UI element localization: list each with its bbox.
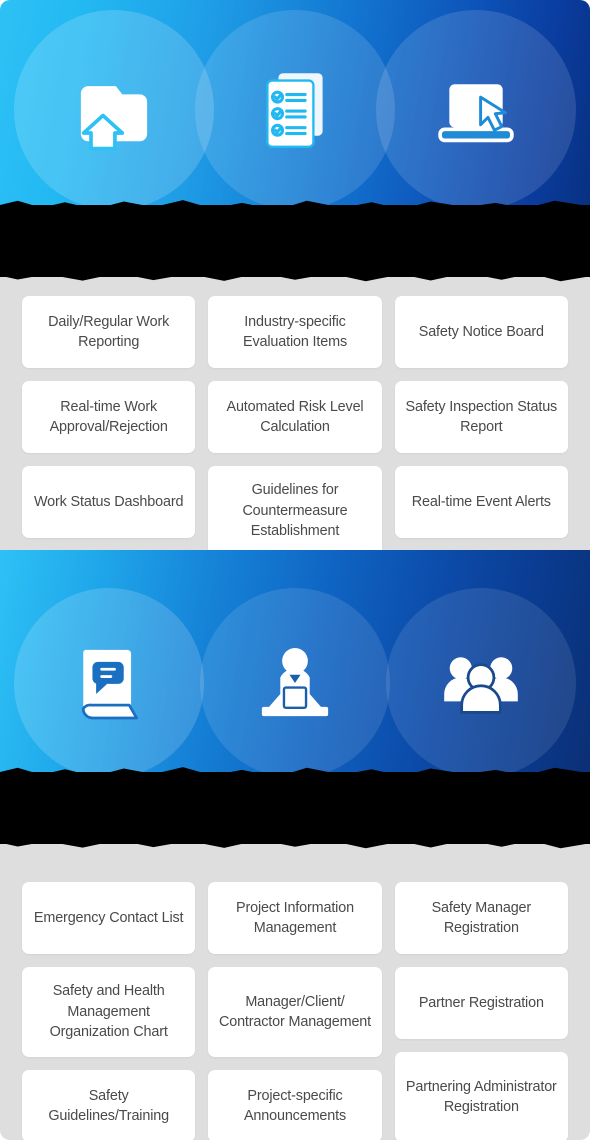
hero-circle-3 [376,10,576,210]
feature-column-3: Safety Manager Registration Partner Regi… [394,882,568,1140]
person-at-desk-icon [249,637,341,729]
feature-card[interactable]: Safety Manager Registration [394,882,568,954]
hero-circle-2 [200,588,390,778]
feature-card[interactable]: Partner Registration [394,967,568,1039]
hero-banner-organization-management [0,550,590,782]
top-heading-redaction [0,205,590,277]
hero-circle-1 [14,10,214,210]
feature-card[interactable]: Automated Risk Level Calculation [208,381,382,453]
feature-card[interactable]: Project-specific Announcements [208,1070,382,1140]
feature-card[interactable]: Real-time Event Alerts [394,466,568,538]
hero-circle-3 [386,588,576,778]
feature-card[interactable]: Real-time Work Approval/Rejection [22,381,196,453]
feature-grid-organization-management: Emergency Contact List Safety and Health… [0,882,590,1140]
feature-card[interactable]: Daily/Regular Work Reporting [22,296,196,368]
feature-card[interactable]: Safety Guidelines/Training [22,1070,196,1140]
hero-circle-2 [195,10,395,210]
user-group-icon [435,637,527,729]
feature-grid-work-management: Daily/Regular Work Reporting Real-time W… [0,296,590,556]
feature-column-3: Safety Notice Board Safety Inspection St… [394,296,568,538]
feature-card[interactable]: Partnering Administrator Registration [394,1052,568,1140]
feature-overview-page: Daily/Regular Work Reporting Real-time W… [0,0,590,1140]
checklist-documents-icon [249,64,341,156]
laptop-cursor-icon [430,64,522,156]
hero-banner-work-management [0,0,590,218]
feature-card[interactable]: Safety Notice Board [394,296,568,368]
bottom-heading-redaction [0,772,590,844]
feature-card[interactable]: Guidelines for Countermeasure Establishm… [208,466,382,556]
feature-card[interactable]: Safety and Health Management Organizatio… [22,967,196,1057]
feature-card[interactable]: Project Information Management [208,882,382,954]
feature-column-2: Industry-specific Evaluation Items Autom… [208,296,382,556]
hero-circle-group [0,0,590,218]
feature-card[interactable]: Work Status Dashboard [22,466,196,538]
hero-circle-group [0,550,590,782]
feature-card[interactable]: Emergency Contact List [22,882,196,954]
feature-column-2: Project Information Management Manager/C… [208,882,382,1140]
feature-card[interactable]: Industry-specific Evaluation Items [208,296,382,368]
hero-circle-1 [14,588,204,778]
feature-column-1: Daily/Regular Work Reporting Real-time W… [22,296,196,538]
feature-card[interactable]: Manager/Client/ Contractor Management [208,967,382,1057]
feature-column-1: Emergency Contact List Safety and Health… [22,882,196,1140]
guidebook-speech-icon [63,637,155,729]
report-folder-upload-icon [68,64,160,156]
feature-card[interactable]: Safety Inspection Status Report [394,381,568,453]
